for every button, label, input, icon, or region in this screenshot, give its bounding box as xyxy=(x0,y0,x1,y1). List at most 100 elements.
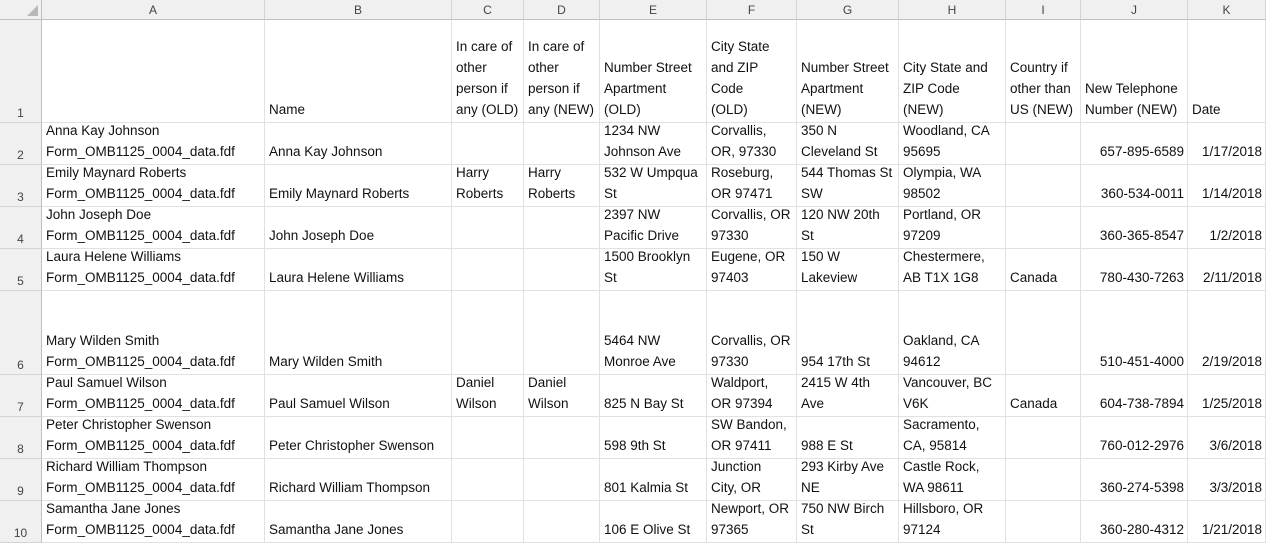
cell-c6[interactable] xyxy=(452,291,524,375)
cell-b7[interactable]: Paul Samuel Wilson xyxy=(265,375,452,417)
row-header-8[interactable]: 8 xyxy=(0,417,42,459)
cell-k6[interactable]: 2/19/2018 xyxy=(1188,291,1266,375)
column-header-f[interactable]: F xyxy=(707,0,797,20)
column-header-b[interactable]: B xyxy=(265,0,452,20)
cell-k10[interactable]: 1/21/2018 xyxy=(1188,501,1266,543)
cell-e1[interactable]: Number Street Apartment (OLD) xyxy=(600,20,707,123)
cell-d7[interactable]: Daniel Wilson xyxy=(524,375,600,417)
column-header-g[interactable]: G xyxy=(797,0,899,20)
cell-c10[interactable] xyxy=(452,501,524,543)
cell-g10[interactable]: 750 NW Birch St xyxy=(797,501,899,543)
select-all-corner[interactable] xyxy=(0,0,42,20)
cell-a3[interactable]: Emily Maynard Roberts Form_OMB1125_0004_… xyxy=(42,165,265,207)
cell-f9[interactable]: Junction City, OR xyxy=(707,459,797,501)
column-header-d[interactable]: D xyxy=(524,0,600,20)
cell-h8[interactable]: Sacramento, CA, 95814 xyxy=(899,417,1006,459)
cell-j6[interactable]: 510-451-4000 xyxy=(1081,291,1188,375)
cell-d5[interactable] xyxy=(524,249,600,291)
cell-i3[interactable] xyxy=(1006,165,1081,207)
cell-e7[interactable]: 825 N Bay St xyxy=(600,375,707,417)
cell-f1[interactable]: City State and ZIP Code (OLD) xyxy=(707,20,797,123)
cell-e5[interactable]: 1500 Brooklyn St xyxy=(600,249,707,291)
cell-b5[interactable]: Laura Helene Williams xyxy=(265,249,452,291)
cell-g9[interactable]: 293 Kirby Ave NE xyxy=(797,459,899,501)
column-header-j[interactable]: J xyxy=(1081,0,1188,20)
cell-a4[interactable]: John Joseph Doe Form_OMB1125_0004_data.f… xyxy=(42,207,265,249)
column-header-c[interactable]: C xyxy=(452,0,524,20)
cell-d1[interactable]: In care of other person if any (NEW) xyxy=(524,20,600,123)
row-header-7[interactable]: 7 xyxy=(0,375,42,417)
cell-f2[interactable]: Corvallis, OR, 97330 xyxy=(707,123,797,165)
cell-f7[interactable]: Waldport, OR 97394 xyxy=(707,375,797,417)
cell-e9[interactable]: 801 Kalmia St xyxy=(600,459,707,501)
cell-e4[interactable]: 2397 NW Pacific Drive xyxy=(600,207,707,249)
cell-g4[interactable]: 120 NW 20th St xyxy=(797,207,899,249)
cell-k5[interactable]: 2/11/2018 xyxy=(1188,249,1266,291)
cell-b8[interactable]: Peter Christopher Swenson xyxy=(265,417,452,459)
column-header-k[interactable]: K xyxy=(1188,0,1266,20)
cell-k8[interactable]: 3/6/2018 xyxy=(1188,417,1266,459)
cell-j10[interactable]: 360-280-4312 xyxy=(1081,501,1188,543)
row-header-3[interactable]: 3 xyxy=(0,165,42,207)
cell-i6[interactable] xyxy=(1006,291,1081,375)
cell-c9[interactable] xyxy=(452,459,524,501)
cell-f10[interactable]: Newport, OR 97365 xyxy=(707,501,797,543)
cell-g2[interactable]: 350 N Cleveland St xyxy=(797,123,899,165)
cell-k9[interactable]: 3/3/2018 xyxy=(1188,459,1266,501)
cell-f6[interactable]: Corvallis, OR 97330 xyxy=(707,291,797,375)
cell-d10[interactable] xyxy=(524,501,600,543)
row-header-4[interactable]: 4 xyxy=(0,207,42,249)
cell-a2[interactable]: Anna Kay Johnson Form_OMB1125_0004_data.… xyxy=(42,123,265,165)
cell-g1[interactable]: Number Street Apartment (NEW) xyxy=(797,20,899,123)
cell-f5[interactable]: Eugene, OR 97403 xyxy=(707,249,797,291)
cell-a7[interactable]: Paul Samuel Wilson Form_OMB1125_0004_dat… xyxy=(42,375,265,417)
column-header-h[interactable]: H xyxy=(899,0,1006,20)
cell-d8[interactable] xyxy=(524,417,600,459)
row-header-6[interactable]: 6 xyxy=(0,291,42,375)
cell-j3[interactable]: 360-534-0011 xyxy=(1081,165,1188,207)
cell-j8[interactable]: 760-012-2976 xyxy=(1081,417,1188,459)
cell-k7[interactable]: 1/25/2018 xyxy=(1188,375,1266,417)
cell-i9[interactable] xyxy=(1006,459,1081,501)
cell-g5[interactable]: 150 W Lakeview xyxy=(797,249,899,291)
cell-j9[interactable]: 360-274-5398 xyxy=(1081,459,1188,501)
cell-h2[interactable]: Woodland, CA 95695 xyxy=(899,123,1006,165)
row-header-2[interactable]: 2 xyxy=(0,123,42,165)
cell-c3[interactable]: Harry Roberts xyxy=(452,165,524,207)
cell-h3[interactable]: Olympia, WA 98502 xyxy=(899,165,1006,207)
cell-g3[interactable]: 544 Thomas St SW xyxy=(797,165,899,207)
cell-i10[interactable] xyxy=(1006,501,1081,543)
cell-c7[interactable]: Daniel Wilson xyxy=(452,375,524,417)
cell-e8[interactable]: 598 9th St xyxy=(600,417,707,459)
row-header-5[interactable]: 5 xyxy=(0,249,42,291)
cell-k4[interactable]: 1/2/2018 xyxy=(1188,207,1266,249)
cell-d4[interactable] xyxy=(524,207,600,249)
cell-b2[interactable]: Anna Kay Johnson xyxy=(265,123,452,165)
cell-h6[interactable]: Oakland, CA 94612 xyxy=(899,291,1006,375)
cell-d3[interactable]: Harry Roberts xyxy=(524,165,600,207)
cell-f4[interactable]: Corvallis, OR 97330 xyxy=(707,207,797,249)
cell-h9[interactable]: Castle Rock, WA 98611 xyxy=(899,459,1006,501)
cell-d6[interactable] xyxy=(524,291,600,375)
cell-j5[interactable]: 780-430-7263 xyxy=(1081,249,1188,291)
cell-e3[interactable]: 532 W Umpqua St xyxy=(600,165,707,207)
cell-j2[interactable]: 657-895-6589 xyxy=(1081,123,1188,165)
cell-h7[interactable]: Vancouver, BC V6K xyxy=(899,375,1006,417)
cell-a9[interactable]: Richard William Thompson Form_OMB1125_00… xyxy=(42,459,265,501)
column-header-a[interactable]: A xyxy=(42,0,265,20)
cell-h5[interactable]: Chestermere, AB T1X 1G8 xyxy=(899,249,1006,291)
cell-d2[interactable] xyxy=(524,123,600,165)
cell-i5[interactable]: Canada xyxy=(1006,249,1081,291)
cell-i2[interactable] xyxy=(1006,123,1081,165)
cell-i8[interactable] xyxy=(1006,417,1081,459)
cell-a10[interactable]: Samantha Jane Jones Form_OMB1125_0004_da… xyxy=(42,501,265,543)
cell-b1[interactable]: Name xyxy=(265,20,452,123)
cell-c4[interactable] xyxy=(452,207,524,249)
cell-j7[interactable]: 604-738-7894 xyxy=(1081,375,1188,417)
cell-f3[interactable]: Roseburg, OR 97471 xyxy=(707,165,797,207)
cell-b9[interactable]: Richard William Thompson xyxy=(265,459,452,501)
cell-c1[interactable]: In care of other person if any (OLD) xyxy=(452,20,524,123)
cell-e6[interactable]: 5464 NW Monroe Ave xyxy=(600,291,707,375)
cell-j1[interactable]: New Telephone Number (NEW) xyxy=(1081,20,1188,123)
cell-g6[interactable]: 954 17th St xyxy=(797,291,899,375)
